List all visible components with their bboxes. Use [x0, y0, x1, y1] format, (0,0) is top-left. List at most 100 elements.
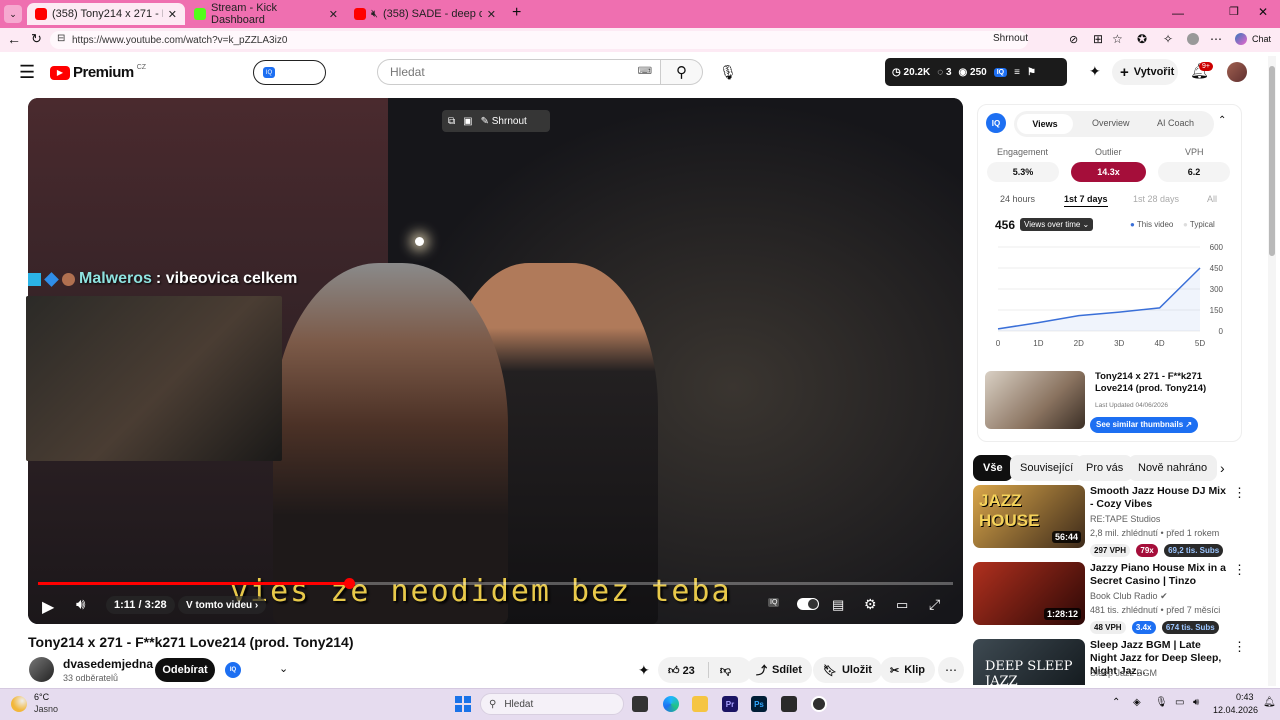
- rec-video-2[interactable]: 1:28:12 Jazzy Piano House Mix in a Secre…: [973, 562, 1263, 634]
- theater-mode-icon[interactable]: ▭: [896, 597, 908, 613]
- photoshop-icon[interactable]: Ps: [751, 696, 767, 712]
- site-info-icon[interactable]: ⊟: [57, 33, 65, 44]
- tab-menu-chevron-icon[interactable]: ⌄: [4, 5, 22, 23]
- play-icon[interactable]: ▶: [42, 597, 54, 617]
- reload-icon[interactable]: ↻: [31, 31, 42, 47]
- more-menu-icon[interactable]: ⋯: [1210, 32, 1222, 46]
- filter-chip-related[interactable]: Související: [1010, 455, 1084, 481]
- speaker-icon[interactable]: 🔊︎: [1193, 697, 1199, 708]
- profile-avatar-icon[interactable]: [1187, 33, 1199, 45]
- list-icon[interactable]: ≡: [1014, 67, 1020, 78]
- more-actions-icon[interactable]: ⋯: [938, 657, 964, 683]
- vidiq-player-icon[interactable]: IQ: [768, 598, 780, 607]
- sparkle-icon[interactable]: ✦: [638, 662, 650, 679]
- screenshot-icon[interactable]: ⧉: [448, 116, 455, 127]
- summarize-page-button[interactable]: Shrnout: [993, 33, 1028, 44]
- fullscreen-icon[interactable]: ⤢: [929, 596, 940, 613]
- windows-start-icon[interactable]: [455, 696, 471, 712]
- rec-channel[interactable]: Book Club Radio ✔: [1090, 591, 1168, 602]
- close-window-icon[interactable]: ✕: [1258, 5, 1268, 19]
- obs-icon[interactable]: [811, 696, 827, 712]
- app-icon[interactable]: [781, 696, 797, 712]
- favorite-star-icon[interactable]: ☆: [1112, 32, 1123, 46]
- rec-thumbnail[interactable]: 1:28:12: [973, 562, 1085, 625]
- muted-speaker-icon[interactable]: 🔇︎: [371, 8, 378, 21]
- filter-chip-for-you[interactable]: Pro vás: [1076, 455, 1134, 481]
- maximize-window-icon[interactable]: ❐: [1229, 5, 1239, 18]
- autoplay-toggle[interactable]: [797, 598, 819, 610]
- rec-title[interactable]: Jazzy Piano House Mix in a Secret Casino…: [1090, 562, 1230, 588]
- filter-chip-recent[interactable]: Nově nahráno: [1128, 455, 1218, 481]
- rec-video-1[interactable]: JAZZ HOUSE 56:44 Smooth Jazz House DJ Mi…: [973, 485, 1263, 557]
- subscribe-button[interactable]: Odebírat: [155, 658, 215, 682]
- tab-youtube-sade[interactable]: 🔇︎ (358) SADE - deep cuts (Vinyl) ✕: [346, 3, 504, 25]
- rec-more-icon[interactable]: ⋮: [1233, 485, 1246, 501]
- rec-channel[interactable]: Sleep Jazz BGM: [1090, 668, 1157, 678]
- rec-title[interactable]: Smooth Jazz House DJ Mix - Cozy Vibes: [1090, 485, 1230, 511]
- taskbar-search-input[interactable]: ⚲ Hledat: [480, 693, 624, 715]
- summarize-video-button[interactable]: ✎ Shrnout: [481, 116, 527, 127]
- tab-kick-dashboard[interactable]: Stream - Kick Dashboard ✕: [186, 2, 346, 26]
- subtitles-icon[interactable]: ▤: [832, 597, 844, 613]
- rec-channel[interactable]: RE:TAPE Studios: [1090, 514, 1160, 524]
- filter-chip-all[interactable]: Vše: [973, 455, 1013, 481]
- network-icon[interactable]: ▭: [1175, 697, 1184, 708]
- account-avatar[interactable]: [1227, 62, 1247, 82]
- edge-browser-icon[interactable]: [663, 696, 679, 712]
- similar-thumbnails-button[interactable]: See similar thumbnails ↗: [1090, 417, 1199, 433]
- pip-icon[interactable]: ▣: [463, 116, 472, 127]
- tab-youtube-video[interactable]: (358) Tony214 x 271 - F**k271 Lov ✕: [27, 3, 185, 25]
- rocket-icon[interactable]: ⚑: [1027, 67, 1036, 78]
- close-tab-icon[interactable]: ✕: [487, 8, 496, 21]
- file-explorer-icon[interactable]: [692, 696, 708, 712]
- keyboard-icon[interactable]: ⌨: [638, 66, 652, 77]
- minimize-window-icon[interactable]: —: [1172, 6, 1184, 20]
- close-tab-icon[interactable]: ✕: [329, 8, 338, 21]
- new-tab-plus-icon[interactable]: +: [512, 4, 521, 22]
- rec-thumbnail[interactable]: DEEP SLEEP JAZZ: [973, 639, 1085, 685]
- chat-button[interactable]: Chat: [1252, 34, 1271, 44]
- premiere-pro-icon[interactable]: Pr: [722, 696, 738, 712]
- microphone-icon[interactable]: 🎙︎: [1155, 697, 1168, 708]
- volume-icon[interactable]: 🔊︎: [76, 596, 85, 613]
- expand-chevron-icon[interactable]: ⌄: [279, 662, 288, 675]
- chapters-button[interactable]: V tomto videu ›: [178, 596, 267, 614]
- channel-name[interactable]: dvasedemjedna: [63, 657, 153, 671]
- dislike-button[interactable]: 👎︎: [720, 664, 731, 677]
- hamburger-menu-icon[interactable]: ☰: [19, 62, 35, 83]
- rec-more-icon[interactable]: ⋮: [1233, 639, 1246, 655]
- rec-video-3[interactable]: DEEP SLEEP JAZZ Sleep Jazz BGM | Late Ni…: [973, 639, 1263, 685]
- extensions-icon[interactable]: ✪: [1137, 32, 1147, 46]
- vidiq-icon[interactable]: IQ: [993, 67, 1008, 77]
- search-input[interactable]: Hledat ⌨: [377, 59, 661, 85]
- scrollbar-thumb[interactable]: [1269, 66, 1275, 256]
- task-view-icon[interactable]: [632, 696, 648, 712]
- search-button[interactable]: ⚲: [661, 59, 703, 85]
- save-button[interactable]: 🔖︎ Uložit: [813, 657, 882, 683]
- rec-thumbnail[interactable]: JAZZ HOUSE 56:44: [973, 485, 1085, 548]
- close-tab-icon[interactable]: ✕: [168, 8, 177, 21]
- video-progress-bar[interactable]: [38, 578, 953, 589]
- chips-next-chevron-icon[interactable]: ›: [1220, 460, 1225, 476]
- weather-moon-icon[interactable]: [11, 696, 27, 712]
- channel-avatar[interactable]: [29, 657, 54, 682]
- like-button[interactable]: 👍︎ 23: [668, 664, 695, 677]
- settings-gear-icon[interactable]: ⚙: [864, 596, 877, 613]
- tray-chevron-icon[interactable]: ⌃: [1112, 697, 1120, 708]
- voice-search-mic-icon[interactable]: 🎙︎: [715, 59, 741, 85]
- rec-more-icon[interactable]: ⋮: [1233, 562, 1246, 578]
- sparkle-icon[interactable]: ✦: [1089, 63, 1101, 80]
- url-field[interactable]: ⊟ https://www.youtube.com/watch?v=k_pZZL…: [50, 31, 1028, 49]
- tray-app-icon[interactable]: ◈: [1133, 697, 1141, 708]
- clip-button[interactable]: ✂ Klip: [880, 657, 935, 683]
- split-screen-icon[interactable]: ⊞: [1093, 32, 1103, 46]
- share-button[interactable]: ⤴ Sdílet: [746, 657, 812, 683]
- back-arrow-icon[interactable]: ←: [7, 31, 21, 47]
- page-scrollbar[interactable]: [1268, 56, 1276, 686]
- create-button[interactable]: + Vytvořit: [1112, 59, 1178, 85]
- vidiq-toggle-button[interactable]: IQ: [253, 60, 326, 85]
- favorites-icon[interactable]: ✧: [1163, 32, 1173, 46]
- youtube-logo[interactable]: ▶ Premium CZ: [50, 64, 146, 81]
- vidiq-channel-icon[interactable]: IQ: [225, 662, 241, 678]
- notification-center-icon[interactable]: 🔔︎: [1263, 697, 1276, 708]
